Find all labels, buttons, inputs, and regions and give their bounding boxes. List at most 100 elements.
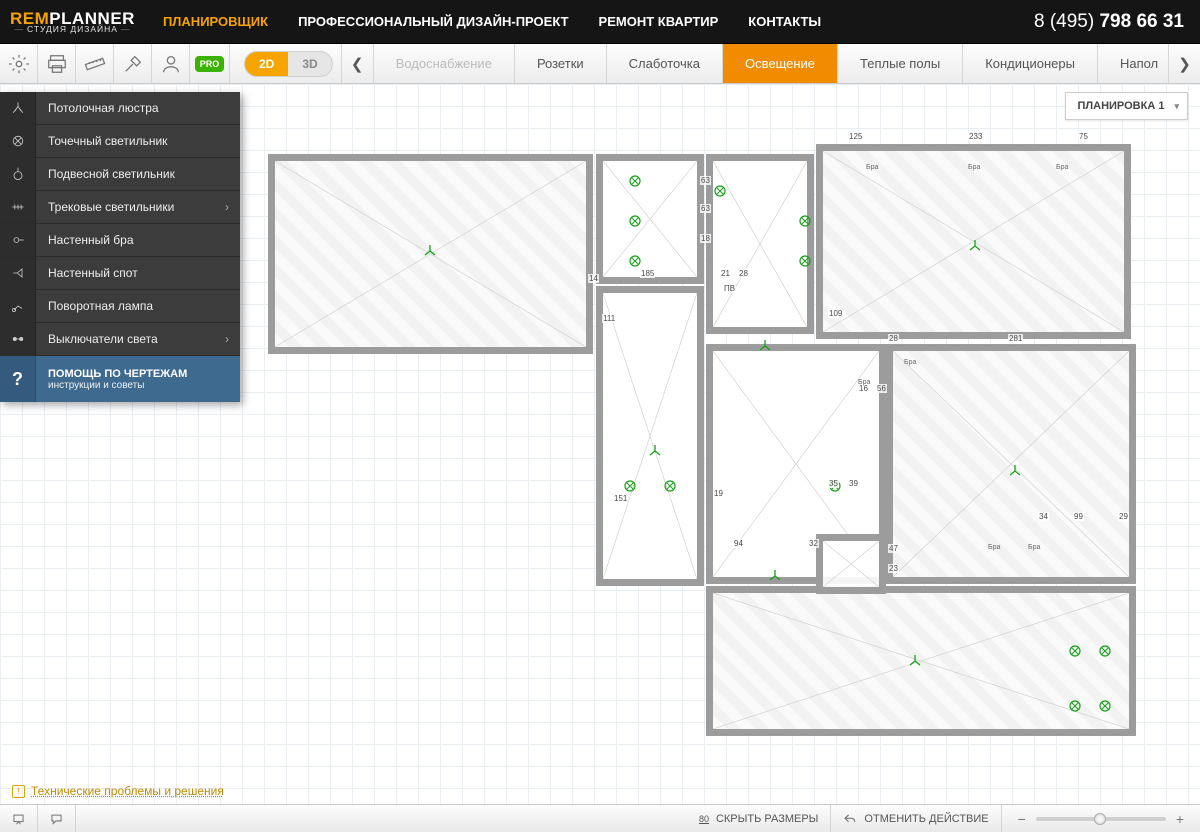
tab-heatfloor[interactable]: Теплые полы — [837, 44, 962, 83]
warning-icon: ! — [12, 785, 25, 798]
track-icon — [0, 191, 36, 223]
tab-floor[interactable]: Напол — [1097, 44, 1168, 83]
light-spot[interactable] — [798, 254, 812, 268]
tool-swivel[interactable]: Поворотная лампа — [0, 290, 240, 323]
tab-strip: Водоснабжение Розетки Слаботочка Освещен… — [373, 44, 1168, 83]
floor-plan[interactable]: 125 233 75 63 63 18 185 21 28 ПВ 14 111 … — [268, 144, 1138, 739]
view-3d[interactable]: 3D — [288, 52, 331, 76]
room-closet[interactable] — [816, 534, 886, 594]
chevron-right-icon: › — [214, 332, 240, 346]
toggle-dimensions[interactable]: 80 СКРЫТЬ РАЗМЕРЫ — [687, 805, 831, 832]
bra-label: Бра — [988, 544, 1000, 551]
zoom-thumb[interactable] — [1094, 813, 1106, 825]
bra-label: Бра — [866, 164, 878, 171]
tool-spotlight[interactable]: Точечный светильник — [0, 125, 240, 158]
warnings-label: Технические проблемы и решения — [31, 784, 224, 798]
ruler-icon[interactable] — [76, 44, 114, 83]
room-bath[interactable] — [596, 154, 704, 284]
tools-icon[interactable] — [114, 44, 152, 83]
light-spot[interactable] — [828, 479, 842, 493]
nav-contacts[interactable]: КОНТАКТЫ — [748, 14, 821, 29]
dim-count: 80 — [699, 814, 709, 824]
tabs-scroll-right[interactable]: ❯ — [1168, 44, 1200, 83]
layout-dropdown[interactable]: ПЛАНИРОВКА 1 ▾ — [1065, 92, 1188, 120]
expert-icon[interactable] — [152, 44, 190, 83]
tool-switches[interactable]: Выключатели света › — [0, 323, 240, 356]
lighting-palette: Потолочная люстра Точечный светильник По… — [0, 92, 240, 402]
tab-ac[interactable]: Кондиционеры — [962, 44, 1097, 83]
light-chandelier[interactable] — [648, 444, 662, 458]
light-spot[interactable] — [1098, 644, 1112, 658]
tab-water[interactable]: Водоснабжение — [373, 44, 514, 83]
print-icon[interactable] — [38, 44, 76, 83]
room-hall[interactable] — [596, 286, 704, 586]
light-spot[interactable] — [623, 479, 637, 493]
tab-lighting[interactable]: Освещение — [722, 44, 837, 83]
light-chandelier[interactable] — [423, 244, 437, 258]
chat-icon[interactable] — [38, 805, 76, 832]
undo-button[interactable]: ОТМЕНИТЬ ДЕЙСТВИЕ — [831, 805, 1001, 832]
help-panel[interactable]: ? ПОМОЩЬ ПО ЧЕРТЕЖАМ инструкции и советы — [0, 356, 240, 402]
pendant-icon — [0, 158, 36, 190]
workspace[interactable]: Потолочная люстра Точечный светильник По… — [0, 84, 1200, 804]
light-spot[interactable] — [628, 254, 642, 268]
tab-lowcurr[interactable]: Слаботочка — [606, 44, 722, 83]
tabs-scroll-left[interactable]: ❮ — [341, 44, 373, 83]
nav-renovate[interactable]: РЕМОНТ КВАРТИР — [599, 14, 719, 29]
status-bar: 80 СКРЫТЬ РАЗМЕРЫ ОТМЕНИТЬ ДЕЙСТВИЕ − + — [0, 804, 1200, 832]
light-spot[interactable] — [1068, 644, 1082, 658]
view-2d[interactable]: 2D — [245, 52, 288, 76]
tool-track[interactable]: Трековые светильники › — [0, 191, 240, 224]
chevron-down-icon: ▾ — [1174, 101, 1179, 112]
tool-chandelier[interactable]: Потолочная люстра — [0, 92, 240, 125]
dim: 125 — [848, 132, 863, 141]
light-chandelier[interactable] — [768, 569, 782, 583]
tool-bra[interactable]: Настенный бра — [0, 224, 240, 257]
tool-wallspot[interactable]: Настенный спот — [0, 257, 240, 290]
phone-prefix: 8 (495) — [1034, 11, 1099, 32]
pro-badge[interactable]: PRO — [190, 44, 230, 83]
light-spot[interactable] — [713, 184, 727, 198]
chevron-right-icon: › — [214, 200, 240, 214]
zoom-out[interactable]: − — [1018, 811, 1026, 827]
light-spot[interactable] — [798, 214, 812, 228]
light-spot[interactable] — [1068, 699, 1082, 713]
zoom-control: − + — [1002, 811, 1200, 827]
light-chandelier[interactable] — [758, 339, 772, 353]
spotlight-icon — [0, 125, 36, 157]
tab-sockets[interactable]: Розетки — [514, 44, 606, 83]
light-spot[interactable] — [628, 214, 642, 228]
room-wc[interactable] — [706, 154, 814, 334]
light-spot[interactable] — [628, 174, 642, 188]
help-icon: ? — [0, 356, 36, 402]
bra-icon — [0, 224, 36, 256]
nav-design[interactable]: ПРОФЕССИОНАЛЬНЫЙ ДИЗАЙН-ПРОЕКТ — [298, 14, 568, 29]
light-chandelier[interactable] — [968, 239, 982, 253]
light-spot[interactable] — [663, 479, 677, 493]
bra-label: Бра — [968, 164, 980, 171]
main-nav: ПЛАНИРОВЩИК ПРОФЕССИОНАЛЬНЫЙ ДИЗАЙН-ПРОЕ… — [163, 14, 821, 29]
dim: 233 — [968, 132, 983, 141]
bra-label: Бра — [858, 379, 870, 386]
layout-dd-label: ПЛАНИРОВКА 1 — [1078, 100, 1165, 112]
light-chandelier[interactable] — [1008, 464, 1022, 478]
present-icon[interactable] — [0, 805, 38, 832]
zoom-in[interactable]: + — [1176, 811, 1184, 827]
wallspot-icon — [0, 257, 36, 289]
toolbar: PRO 2D 3D ❮ Водоснабжение Розетки Слабот… — [0, 44, 1200, 84]
warnings-link[interactable]: ! Технические проблемы и решения — [12, 784, 224, 798]
settings-icon[interactable] — [0, 44, 38, 83]
swivel-icon — [0, 290, 36, 322]
nav-planner[interactable]: ПЛАНИРОВЩИК — [163, 14, 268, 29]
bra-label: Бра — [1028, 544, 1040, 551]
zoom-slider[interactable] — [1036, 817, 1166, 821]
logo-sub: СТУДИЯ ДИЗАЙНА — [10, 25, 135, 34]
tool-pendant[interactable]: Подвесной светильник — [0, 158, 240, 191]
dim: 75 — [1078, 132, 1089, 141]
logo[interactable]: REMPLANNER СТУДИЯ ДИЗАЙНА — [0, 10, 151, 34]
light-spot[interactable] — [1098, 699, 1112, 713]
switch-icon — [0, 323, 36, 355]
bra-label: Бра — [1056, 164, 1068, 171]
light-chandelier[interactable] — [908, 654, 922, 668]
undo-label: ОТМЕНИТЬ ДЕЙСТВИЕ — [864, 813, 988, 825]
